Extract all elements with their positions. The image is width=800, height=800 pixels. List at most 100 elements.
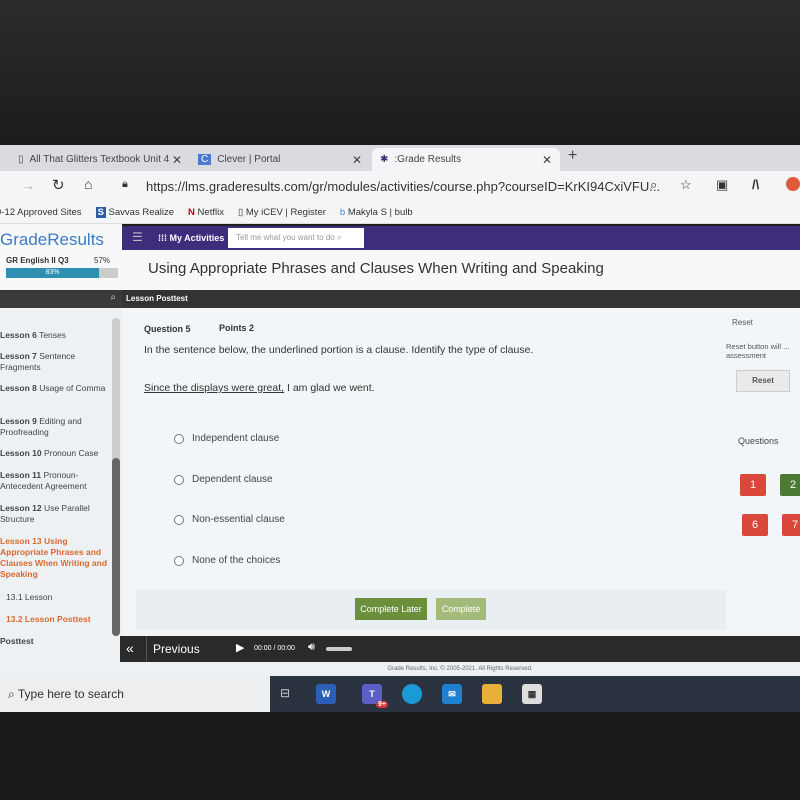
tab-textbook[interactable]: ▯ All That Glitters Textbook Unit 4 ✕ bbox=[10, 148, 190, 171]
volume-icon[interactable]: 🔊︎ bbox=[308, 641, 315, 654]
mail-icon[interactable]: ✉ bbox=[442, 684, 462, 704]
sidebar-search[interactable]: ⌕ bbox=[0, 290, 122, 308]
sidebar-item-lesson-11[interactable]: Lesson 11 Pronoun-Antecedent Agreement bbox=[0, 470, 110, 492]
lock-icon: 🔒︎ bbox=[122, 178, 128, 190]
bookmarks-bar: 9-12 Approved Sites S Savvas Realize N N… bbox=[0, 201, 800, 224]
complete-later-button[interactable]: Complete Later bbox=[355, 598, 427, 620]
my-activities-link[interactable]: ⁞⁞⁞ My Activities bbox=[158, 226, 224, 250]
sidebar-item-lesson-9[interactable]: Lesson 9 Editing and Proofreading bbox=[0, 416, 110, 438]
sidebar-item-lesson-7[interactable]: Lesson 7 Sentence Fragments bbox=[0, 351, 110, 373]
previous-button[interactable]: Previous bbox=[146, 636, 200, 662]
teams-icon[interactable]: T 9+ bbox=[362, 684, 388, 708]
bookmark-bulb[interactable]: b Makyla S | bulb bbox=[340, 207, 413, 218]
clever-icon: C bbox=[198, 154, 212, 165]
choice-none[interactable]: None of the choices bbox=[174, 555, 280, 566]
sidebar-bottom: Posttest bbox=[0, 636, 120, 676]
question-nav-7[interactable]: 7 bbox=[782, 514, 800, 536]
search-icon: ⌕ bbox=[110, 292, 116, 303]
bookmark-approved-sites[interactable]: 9-12 Approved Sites bbox=[0, 207, 82, 218]
lesson-sidebar: Lesson 6 Tenses Lesson 7 Sentence Fragme… bbox=[0, 308, 122, 636]
sidebar-item-lesson-6[interactable]: Lesson 6 Tenses bbox=[0, 330, 110, 341]
radio-button[interactable] bbox=[174, 514, 184, 525]
profile-avatar[interactable] bbox=[786, 177, 800, 191]
taskbar-search[interactable]: ⌕ Type here to search bbox=[0, 676, 270, 712]
search-icon: ⌕ bbox=[8, 687, 15, 701]
logo: GradeResults bbox=[0, 230, 104, 249]
footer: Grade Results, Inc. © 2005-2021. All Rig… bbox=[120, 662, 800, 676]
url-field[interactable]: https://lms.graderesults.com/gr/modules/… bbox=[146, 179, 660, 194]
zoom-icon[interactable]: ⌕ bbox=[650, 177, 657, 193]
word-icon[interactable]: W bbox=[316, 684, 336, 704]
page-title: Using Appropriate Phrases and Clauses Wh… bbox=[148, 260, 604, 277]
double-chevron-left-icon[interactable]: « bbox=[126, 640, 134, 656]
pocket-icon[interactable]: ▣ bbox=[716, 177, 728, 193]
task-view-icon[interactable]: ⊟ bbox=[280, 686, 290, 700]
page-icon: ▯ bbox=[237, 206, 244, 218]
store-icon[interactable]: ▦ bbox=[522, 684, 542, 704]
sidebar-subitem-posttest[interactable]: 13.2 Lesson Posttest bbox=[6, 614, 116, 625]
question-points: Points 2 bbox=[219, 323, 255, 333]
file-explorer-icon[interactable] bbox=[482, 684, 502, 704]
search-input[interactable]: Tell me what you want to do ⌕ bbox=[228, 228, 364, 248]
refresh-icon[interactable]: ↻ bbox=[52, 176, 65, 194]
screen-bezel-bottom bbox=[0, 712, 800, 800]
tab-clever[interactable]: C Clever | Portal ✕ bbox=[190, 148, 370, 171]
question-nav-6[interactable]: 6 bbox=[742, 514, 768, 536]
bookmark-netflix[interactable]: N Netflix bbox=[188, 207, 224, 218]
question-sentence: Since the displays were great, I am glad… bbox=[144, 382, 375, 394]
screen-bezel bbox=[0, 0, 800, 145]
sidebar-scrollbar[interactable] bbox=[112, 318, 120, 636]
new-tab-button[interactable]: + bbox=[568, 147, 577, 165]
radio-button[interactable] bbox=[174, 433, 184, 444]
underlined-clause: Since the displays were great, bbox=[144, 382, 285, 394]
course-score: 57% bbox=[94, 256, 111, 265]
sidebar-item-lesson-12[interactable]: Lesson 12 Use Parallel Structure bbox=[0, 503, 110, 525]
play-icon[interactable]: ▶ bbox=[236, 641, 244, 654]
close-icon[interactable]: ✕ bbox=[542, 153, 552, 167]
choice-non-essential-clause[interactable]: Non-essential clause bbox=[174, 514, 285, 525]
edge-icon[interactable] bbox=[402, 684, 422, 704]
bottom-player-bar: « Previous ▶ 00:00 / 00:00 🔊︎ bbox=[120, 636, 800, 662]
action-area bbox=[136, 590, 726, 630]
question-panel: Question 5 Points 2 In the sentence belo… bbox=[122, 308, 800, 636]
scrollbar-thumb[interactable] bbox=[112, 458, 120, 636]
tab-grade-results[interactable]: ✱:Grade Results ✕ bbox=[372, 148, 560, 171]
bookmark-savvas[interactable]: S Savvas Realize bbox=[95, 206, 174, 218]
graderesults-icon: ✱ bbox=[380, 154, 389, 165]
sidebar-item-lesson-10[interactable]: Lesson 10 Pronoun Case bbox=[0, 448, 110, 459]
menu-icon[interactable]: ☰ bbox=[132, 230, 143, 244]
forward-icon[interactable]: → bbox=[22, 178, 35, 193]
home-icon[interactable]: ⌂ bbox=[84, 176, 92, 192]
volume-slider[interactable] bbox=[326, 647, 352, 651]
time-display: 00:00 / 00:00 bbox=[254, 645, 295, 652]
sidebar-subitem-lesson[interactable]: 13.1 Lesson bbox=[6, 592, 116, 603]
question-number: Question 5 bbox=[144, 324, 191, 334]
question-prompt: In the sentence below, the underlined po… bbox=[144, 344, 534, 356]
reset-button[interactable]: Reset bbox=[736, 370, 790, 392]
close-icon[interactable]: ✕ bbox=[352, 153, 362, 167]
question-nav-1[interactable]: 1 bbox=[740, 474, 766, 496]
tab-bar: ▯ All That Glitters Textbook Unit 4 ✕ C Cle… bbox=[0, 145, 800, 171]
favorite-icon[interactable]: ☆ bbox=[680, 177, 692, 193]
section-bar: Lesson Posttest bbox=[122, 290, 800, 308]
close-icon[interactable]: ✕ bbox=[172, 153, 182, 167]
bookmark-icev[interactable]: ▯ My iCEV | Register bbox=[238, 207, 326, 218]
taskbar: ⌕ Type here to search ⊟ W T 9+ ✉ ▦ bbox=[0, 676, 800, 712]
grid-icon: ⁞⁞⁞ bbox=[158, 233, 167, 243]
choice-dependent-clause[interactable]: Dependent clause bbox=[174, 474, 273, 485]
radio-button[interactable] bbox=[174, 474, 184, 485]
page-icon: ▯ bbox=[18, 154, 24, 165]
progress-bar: 83% bbox=[6, 268, 118, 278]
extension-icon[interactable]: /\ bbox=[752, 177, 759, 192]
sidebar-item-lesson-8[interactable]: Lesson 8 Usage of Comma bbox=[0, 383, 110, 394]
netflix-icon: N bbox=[188, 206, 195, 218]
choice-independent-clause[interactable]: Independent clause bbox=[174, 433, 279, 444]
sidebar-item-lesson-13[interactable]: Lesson 13 Using Appropriate Phrases and … bbox=[0, 536, 110, 580]
question-nav-2[interactable]: 2 bbox=[780, 474, 800, 496]
savvas-icon: S bbox=[95, 206, 106, 218]
address-bar-row: → ↻ ⌂ 🔒︎ https://lms.graderesults.com/gr… bbox=[0, 171, 800, 201]
course-name: GR English II Q3 bbox=[6, 256, 69, 265]
sidebar-item-posttest[interactable]: Posttest bbox=[0, 636, 34, 646]
radio-button[interactable] bbox=[174, 555, 184, 566]
complete-button[interactable]: Complete bbox=[436, 598, 486, 620]
